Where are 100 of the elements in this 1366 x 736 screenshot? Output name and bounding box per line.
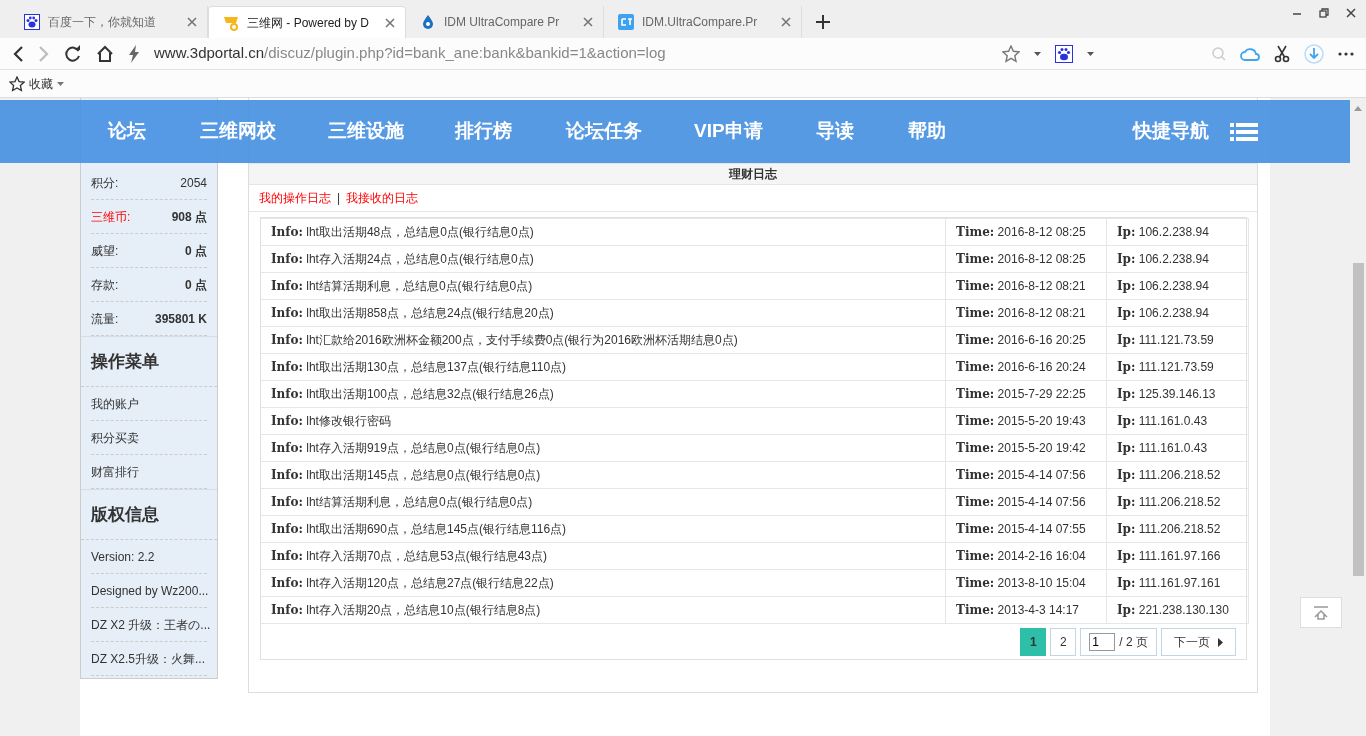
log-ip-cell: Ip: 111.206.218.52	[1106, 515, 1249, 543]
log-ip-cell: Ip: 111.161.97.161	[1106, 569, 1249, 597]
up-arrow-icon	[1313, 605, 1329, 620]
new-tab-icon[interactable]	[816, 15, 830, 29]
section-heading: 操作菜单	[81, 336, 217, 387]
log-info-cell: Info: lht存入活期919点，总结息0点(银行结息0点)	[261, 434, 946, 462]
sidebar-link[interactable]: 财富排行	[91, 462, 139, 481]
log-info-cell: Info: lht存入活期24点，总结息0点(银行结息0点)	[261, 245, 946, 273]
sidebar-link[interactable]: DZ X2.5升级：火舞...	[91, 649, 206, 668]
close-icon[interactable]	[187, 17, 197, 27]
sidebar-link[interactable]: 我的账户	[91, 394, 139, 413]
log-time-cell: Time: 2015-4-14 07:56	[945, 461, 1107, 489]
browser-tab[interactable]: 三维网 - Powered by D	[208, 6, 406, 38]
log-time-cell: Time: 2016-8-12 08:25	[945, 245, 1107, 273]
field-value: 908 点	[171, 208, 207, 226]
field-label: 积分:	[91, 174, 119, 192]
page-total: / 2 页	[1119, 634, 1148, 651]
log-ip-cell: Ip: 106.2.238.94	[1106, 245, 1249, 273]
sidebar-link[interactable]: Version: 2.2	[91, 547, 155, 566]
nav-link[interactable]: 论坛	[108, 117, 146, 146]
nav-link[interactable]: 排行榜	[455, 117, 512, 146]
log-info-cell: Info: lht存入活期120点，总结息27点(银行结息22点)	[261, 569, 946, 597]
caret-icon[interactable]	[1034, 51, 1041, 56]
log-ip-cell: Ip: 221.238.130.130	[1106, 596, 1249, 624]
cloud-icon[interactable]	[1240, 46, 1260, 61]
log-time-cell: Time: 2015-5-20 19:43	[945, 407, 1107, 435]
field-value: 2054	[180, 174, 207, 192]
nav-link[interactable]: 帮助	[908, 117, 946, 146]
log-time-cell: Time: 2015-4-14 07:55	[945, 515, 1107, 543]
log-info-cell: Info: lht汇款给2016欧洲杯金额200点，支付手续费0点(银行为2016欧洲杯活期结息0点)	[261, 326, 946, 354]
log-time-cell: Time: 2016-6-16 20:24	[945, 353, 1107, 381]
paw-icon	[24, 14, 40, 30]
home-icon[interactable]	[96, 44, 114, 63]
star-icon[interactable]	[1002, 44, 1020, 63]
nav-link[interactable]: 导读	[816, 117, 854, 146]
sidebar-link[interactable]: Designed by Wz200...	[91, 581, 209, 600]
close-icon[interactable]	[781, 17, 791, 27]
restore-icon[interactable]	[1319, 8, 1329, 18]
log-filter-link[interactable]: 我的操作日志	[259, 189, 331, 207]
log-ip-cell: Ip: 111.161.0.43	[1106, 434, 1249, 462]
more-icon[interactable]	[1338, 51, 1354, 56]
sidebar-link[interactable]: 积分买卖	[91, 428, 139, 447]
bookmarks-menu[interactable]: 收藏	[29, 74, 53, 93]
app-icon	[618, 14, 634, 30]
log-info-cell: Info: lht取出活期130点，总结息137点(银行结息110点)	[261, 353, 946, 381]
nav-link[interactable]: 论坛任务	[566, 117, 642, 146]
log-info-cell: Info: lht取出活期858点，总结息24点(银行结息20点)	[261, 299, 946, 327]
trophy-icon	[223, 14, 239, 31]
log-ip-cell: Ip: 111.121.73.59	[1106, 326, 1249, 354]
log-time-cell: Time: 2016-8-12 08:21	[945, 272, 1107, 300]
log-info-cell: Info: lht取出活期100点，总结息32点(银行结息26点)	[261, 380, 946, 408]
paw-icon[interactable]	[1055, 44, 1073, 63]
field-value: 395801 K	[154, 310, 207, 328]
close-icon[interactable]	[1346, 8, 1356, 18]
log-time-cell: Time: 2016-8-12 08:25	[945, 218, 1107, 246]
log-info-cell: Info: lht存入活期70点，总结息53点(银行结息43点)	[261, 542, 946, 570]
sidebar-link[interactable]: DZ X2 升级：王者の...	[91, 615, 211, 634]
log-ip-cell: Ip: 106.2.238.94	[1106, 272, 1249, 300]
caret-icon[interactable]	[1087, 51, 1094, 56]
nav-link[interactable]: 三维设施	[328, 117, 404, 146]
log-filter-link[interactable]: 我接收的日志	[346, 189, 419, 207]
nav-link[interactable]: VIP申请	[694, 117, 763, 146]
star-icon[interactable]	[9, 75, 25, 92]
log-info-cell: Info: lht结算活期利息，总结息0点(银行结息0点)	[261, 272, 946, 300]
scissors-icon[interactable]	[1274, 44, 1290, 63]
page-button[interactable]: 1	[1020, 628, 1047, 656]
nav-link[interactable]: 三维网校	[200, 117, 276, 146]
reload-icon[interactable]	[64, 44, 82, 63]
field-value: 0 点	[185, 276, 207, 294]
back-icon[interactable]	[12, 44, 24, 63]
field-label: 存款:	[91, 276, 119, 294]
log-time-cell: Time: 2013-8-10 15:04	[945, 569, 1107, 597]
log-info-cell: Info: lht取出活期48点，总结息0点(银行结息0点)	[261, 218, 946, 246]
close-icon[interactable]	[583, 17, 593, 27]
section-heading: 版权信息	[81, 489, 217, 540]
close-icon[interactable]	[385, 17, 395, 28]
triangle-icon	[1218, 637, 1223, 647]
menu-icon[interactable]	[1230, 122, 1258, 141]
quick-nav-link[interactable]: 快捷导航	[1133, 117, 1209, 146]
download-icon[interactable]	[1304, 43, 1324, 64]
field-label: 威望:	[91, 242, 119, 260]
separator: |	[337, 190, 341, 207]
log-ip-cell: Ip: 106.2.238.94	[1106, 218, 1249, 246]
log-info-cell: Info: lht结算活期利息，总结息0点(银行结息0点)	[261, 488, 946, 516]
log-time-cell: Time: 2016-8-12 08:21	[945, 299, 1107, 327]
caret-icon[interactable]	[57, 81, 64, 86]
page-input[interactable]: 1	[1089, 633, 1116, 651]
next-page-button[interactable]: 下一页	[1161, 628, 1236, 656]
field-value: 0 点	[185, 242, 207, 260]
log-ip-cell: Ip: 111.161.0.43	[1106, 407, 1249, 435]
log-time-cell: Time: 2015-4-14 07:56	[945, 488, 1107, 516]
page-button[interactable]: 2	[1050, 628, 1077, 656]
log-time-cell: Time: 2014-2-16 16:04	[945, 542, 1107, 570]
log-ip-cell: Ip: 106.2.238.94	[1106, 299, 1249, 327]
lightning-icon	[128, 44, 140, 63]
field-label: 三维币:	[91, 208, 131, 226]
log-info-cell: Info: lht取出活期145点，总结息0点(银行结息0点)	[261, 461, 946, 489]
up-arrow-icon[interactable]	[1354, 106, 1362, 111]
log-ip-cell: Ip: 111.121.73.59	[1106, 353, 1249, 381]
log-time-cell: Time: 2013-4-3 14:17	[945, 596, 1107, 624]
